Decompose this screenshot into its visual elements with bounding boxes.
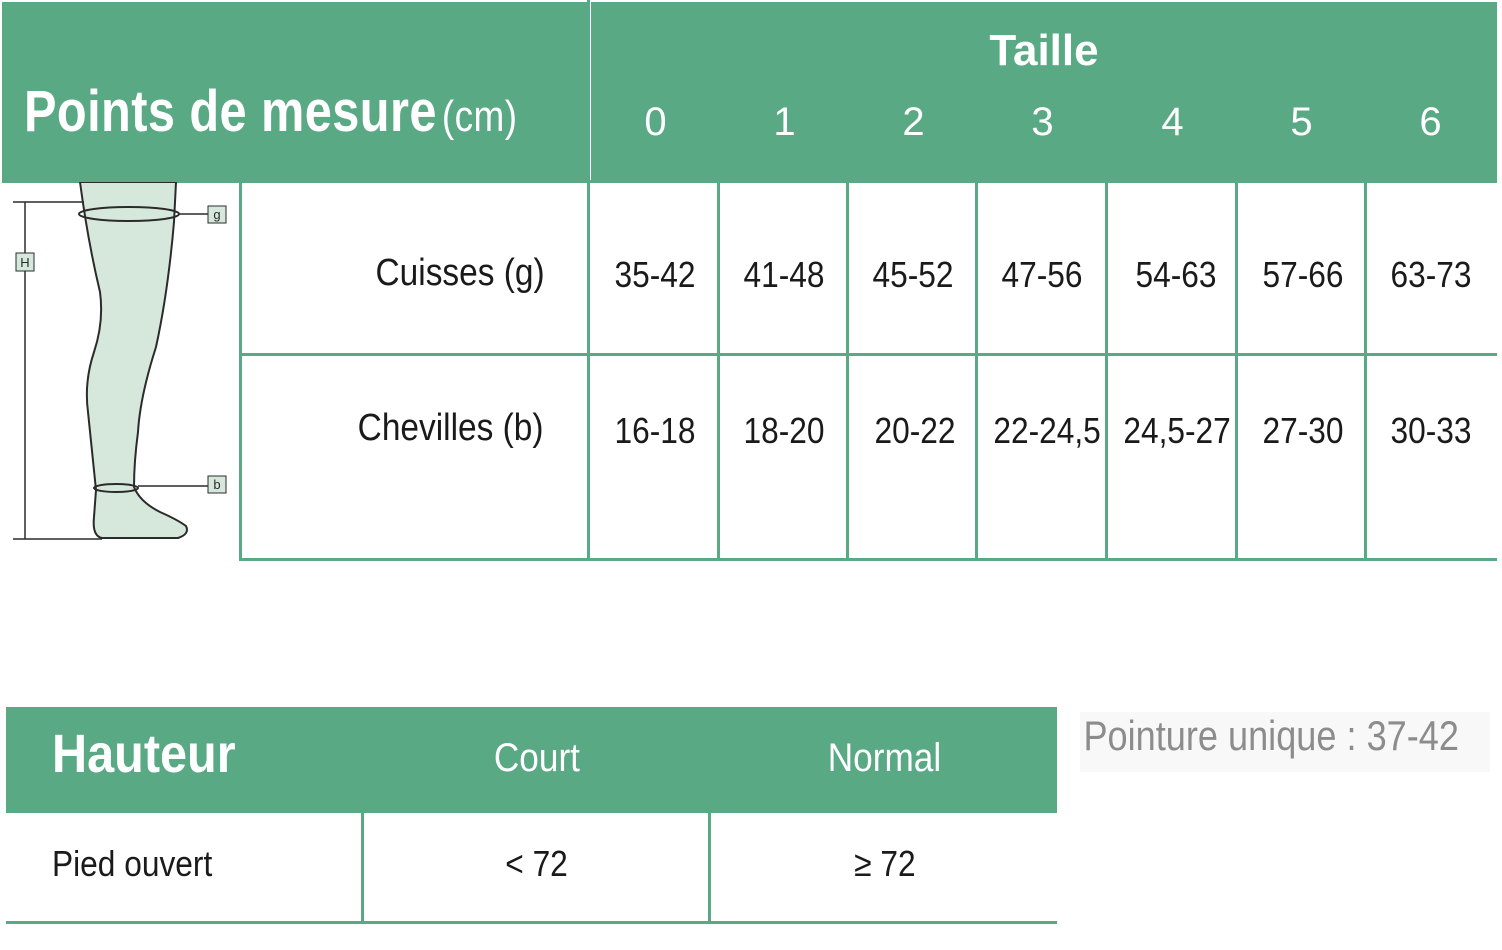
- height-column-normal: Normal: [827, 736, 942, 780]
- size-header-3: 3: [1031, 100, 1054, 144]
- shoe-size-note: Pointure unique : 37-42: [1080, 712, 1490, 772]
- thigh-marker-label: g: [213, 207, 220, 222]
- table-cell: ≥ 72: [853, 843, 916, 884]
- size-header-5: 5: [1290, 100, 1313, 144]
- table-cell: 45-52: [872, 254, 955, 295]
- size-header-0: 0: [644, 100, 667, 144]
- size-header-4: 4: [1161, 100, 1184, 144]
- grid-line: [1235, 182, 1238, 561]
- table-cell: < 72: [505, 843, 569, 884]
- table-cell: 63-73: [1390, 254, 1473, 295]
- grid-line: [240, 353, 1497, 356]
- measure-table-title: Points de mesure (cm): [24, 79, 518, 144]
- table-cell: 47-56: [1001, 254, 1084, 295]
- row-label-thigh: Cuisses (g): [375, 252, 545, 294]
- size-heading: Taille: [989, 26, 1099, 75]
- table-cell: 18-20: [743, 410, 826, 451]
- size-header-2: 2: [902, 100, 925, 144]
- table-cell: 22-24,5: [993, 410, 1102, 451]
- table-cell: 30-33: [1390, 410, 1473, 451]
- size-header-6: 6: [1419, 100, 1442, 144]
- grid-line: [1364, 182, 1367, 561]
- table-cell: 57-66: [1262, 254, 1345, 295]
- grid-line: [239, 182, 242, 561]
- table-cell: 20-22: [874, 410, 957, 451]
- grid-line: [1105, 182, 1108, 561]
- ankle-marker-label: b: [213, 477, 220, 492]
- grid-line: [587, 0, 590, 561]
- height-table-title: Hauteur: [52, 724, 236, 784]
- table-cell: 16-18: [614, 410, 697, 451]
- grid-line: [717, 182, 720, 561]
- size-header-1: 1: [773, 100, 796, 144]
- height-marker-label: H: [20, 255, 29, 270]
- grid-line: [846, 182, 849, 561]
- table-cell: 27-30: [1262, 410, 1345, 451]
- grid-line: [975, 182, 978, 561]
- table-cell: 24,5-27: [1123, 410, 1232, 451]
- row-label-open-toe: Pied ouvert: [52, 843, 213, 884]
- leg-measurement-diagram: H g b: [13, 182, 227, 540]
- height-column-short: Court: [493, 736, 581, 780]
- table-cell: 54-63: [1135, 254, 1218, 295]
- grid-line: [6, 921, 1057, 924]
- grid-line: [240, 558, 1497, 561]
- table-cell: 35-42: [614, 254, 697, 295]
- measure-table-unit: (cm): [441, 92, 518, 141]
- row-label-ankle: Chevilles (b): [357, 407, 544, 449]
- table-cell: 41-48: [743, 254, 826, 295]
